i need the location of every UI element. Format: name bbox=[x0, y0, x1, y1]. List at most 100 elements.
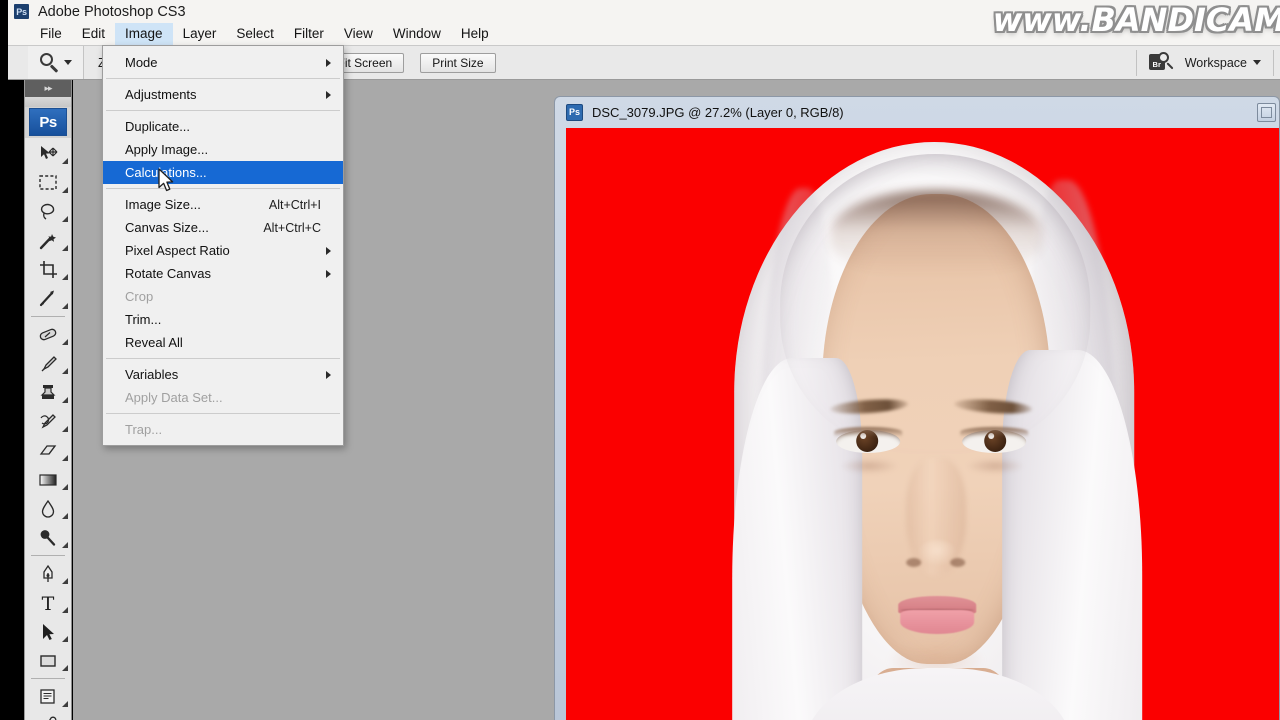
submenu-arrow-icon bbox=[326, 246, 331, 255]
document-title: DSC_3079.JPG @ 27.2% (Layer 0, RGB/8) bbox=[592, 104, 844, 120]
menu-item-apply-image[interactable]: Apply Image... bbox=[103, 138, 343, 161]
crop-tool[interactable] bbox=[25, 255, 71, 284]
chevron-down-icon[interactable] bbox=[63, 60, 72, 65]
menu-item-label: Apply Image... bbox=[125, 142, 209, 157]
menu-view[interactable]: View bbox=[334, 23, 383, 45]
menu-image[interactable]: Image bbox=[115, 23, 173, 45]
menu-item-label: Calculations... bbox=[125, 165, 207, 180]
menu-separator bbox=[106, 358, 340, 359]
menu-file[interactable]: File bbox=[30, 23, 72, 45]
photoshop-logo-button[interactable]: Ps bbox=[29, 108, 67, 136]
menu-item-rotate-canvas[interactable]: Rotate Canvas bbox=[103, 262, 343, 285]
menu-layer[interactable]: Layer bbox=[173, 23, 227, 45]
blur-tool[interactable] bbox=[25, 494, 71, 523]
tool-separator bbox=[31, 678, 65, 679]
menu-item-trap: Trap... bbox=[103, 418, 343, 441]
eyedropper-tool[interactable] bbox=[25, 711, 71, 720]
menu-item-mode[interactable]: Mode bbox=[103, 51, 343, 74]
menu-item-label: Crop bbox=[125, 289, 154, 304]
menu-item-label: Rotate Canvas bbox=[125, 266, 211, 281]
tool-separator bbox=[31, 316, 65, 317]
collapse-arrows-icon: ▸▸ bbox=[44, 83, 52, 93]
svg-text:T: T bbox=[42, 593, 55, 613]
menu-item-label: Canvas Size... bbox=[125, 220, 209, 235]
document-title-bar[interactable]: Ps DSC_3079.JPG @ 27.2% (Layer 0, RGB/8) bbox=[555, 97, 1279, 127]
menu-separator bbox=[106, 413, 340, 414]
menu-separator bbox=[106, 78, 340, 79]
menu-item-canvas-size[interactable]: Canvas Size... Alt+Ctrl+C bbox=[103, 216, 343, 239]
menu-item-shortcut: Alt+Ctrl+I bbox=[268, 197, 321, 212]
menu-item-label: Duplicate... bbox=[125, 119, 191, 134]
eraser-tool[interactable] bbox=[25, 436, 71, 465]
healing-brush-tool[interactable] bbox=[25, 320, 71, 349]
menu-filter[interactable]: Filter bbox=[284, 23, 334, 45]
document-window[interactable]: Ps DSC_3079.JPG @ 27.2% (Layer 0, RGB/8) bbox=[554, 96, 1280, 720]
divider bbox=[1135, 49, 1137, 76]
rectangle-tool[interactable] bbox=[25, 646, 71, 675]
submenu-arrow-icon bbox=[326, 90, 331, 99]
bandicam-watermark: www.BANDICAM bbox=[992, 1, 1280, 39]
history-brush-tool[interactable] bbox=[25, 407, 71, 436]
image-menu-dropdown[interactable]: Mode Adjustments Duplicate... Apply Image..… bbox=[102, 45, 344, 446]
clone-stamp-tool[interactable] bbox=[25, 378, 71, 407]
photoshop-icon: Ps bbox=[14, 4, 29, 19]
menu-item-reveal-all[interactable]: Reveal All bbox=[103, 331, 343, 354]
document-restore-button[interactable] bbox=[1257, 102, 1276, 122]
menu-item-label: Pixel Aspect Ratio bbox=[125, 243, 230, 258]
menu-item-crop: Crop bbox=[103, 285, 343, 308]
image-canvas[interactable] bbox=[566, 128, 1279, 720]
menu-select[interactable]: Select bbox=[226, 23, 284, 45]
menu-item-apply-data-set: Apply Data Set... bbox=[103, 386, 343, 409]
print-size-button[interactable]: Print Size bbox=[420, 52, 496, 73]
workspace-label[interactable]: Workspace bbox=[1185, 56, 1247, 70]
menu-item-label: Trap... bbox=[125, 422, 163, 437]
menu-edit[interactable]: Edit bbox=[72, 23, 115, 45]
brush-tool[interactable] bbox=[25, 349, 71, 378]
menu-item-pixel-aspect-ratio[interactable]: Pixel Aspect Ratio bbox=[103, 239, 343, 262]
menu-item-label: Adjustments bbox=[125, 87, 197, 102]
options-bar-right-group: Br Workspace bbox=[1130, 46, 1280, 79]
menu-item-label: Apply Data Set... bbox=[125, 390, 223, 405]
left-black-gutter bbox=[0, 0, 8, 720]
tool-list: T bbox=[25, 138, 71, 720]
notes-tool[interactable] bbox=[25, 682, 71, 711]
toolbox-collapse-header[interactable]: ▸▸ bbox=[25, 80, 71, 97]
divider-2 bbox=[1273, 49, 1274, 76]
submenu-arrow-icon bbox=[326, 370, 331, 379]
dodge-tool[interactable] bbox=[25, 523, 71, 552]
menu-item-calculations[interactable]: Calculations... bbox=[103, 161, 343, 184]
lasso-tool[interactable] bbox=[25, 197, 71, 226]
menu-item-label: Trim... bbox=[125, 312, 162, 327]
submenu-arrow-icon bbox=[326, 269, 331, 278]
toolbox-drag-handle[interactable] bbox=[25, 97, 71, 107]
magnifier-icon bbox=[39, 53, 59, 73]
menu-help[interactable]: Help bbox=[451, 23, 499, 45]
path-selection-tool[interactable] bbox=[25, 617, 71, 646]
menu-separator bbox=[106, 110, 340, 111]
menu-separator bbox=[106, 188, 340, 189]
type-tool[interactable]: T bbox=[25, 588, 71, 617]
menu-item-duplicate[interactable]: Duplicate... bbox=[103, 115, 343, 138]
menu-item-adjustments[interactable]: Adjustments bbox=[103, 83, 343, 106]
menu-item-label: Image Size... bbox=[125, 197, 201, 212]
workspace-chevron-down-icon[interactable] bbox=[1253, 60, 1261, 65]
pen-tool[interactable] bbox=[25, 559, 71, 588]
zoom-tool-icon[interactable] bbox=[28, 46, 84, 79]
menu-item-image-size[interactable]: Image Size... Alt+Ctrl+I bbox=[103, 193, 343, 216]
menu-item-label: Variables bbox=[125, 367, 179, 382]
gradient-tool[interactable] bbox=[25, 465, 71, 494]
menu-item-label: Reveal All bbox=[125, 335, 183, 350]
magic-wand-tool[interactable] bbox=[25, 226, 71, 255]
menu-window[interactable]: Window bbox=[383, 23, 451, 45]
bridge-icon[interactable]: Br bbox=[1148, 52, 1175, 73]
photoshop-application-window: Ps Adobe Photoshop CS3 File Edit Image Laye… bbox=[0, 0, 1280, 720]
rectangular-marquee-tool[interactable] bbox=[25, 168, 71, 197]
submenu-arrow-icon bbox=[326, 58, 331, 67]
photoshop-document-icon: Ps bbox=[566, 103, 583, 121]
tool-separator bbox=[31, 555, 65, 556]
menu-item-variables[interactable]: Variables bbox=[103, 363, 343, 386]
toolbox-panel: ▸▸ Ps T bbox=[24, 80, 72, 720]
move-tool[interactable] bbox=[25, 139, 71, 168]
slice-tool[interactable] bbox=[25, 284, 71, 313]
menu-item-trim[interactable]: Trim... bbox=[103, 308, 343, 331]
